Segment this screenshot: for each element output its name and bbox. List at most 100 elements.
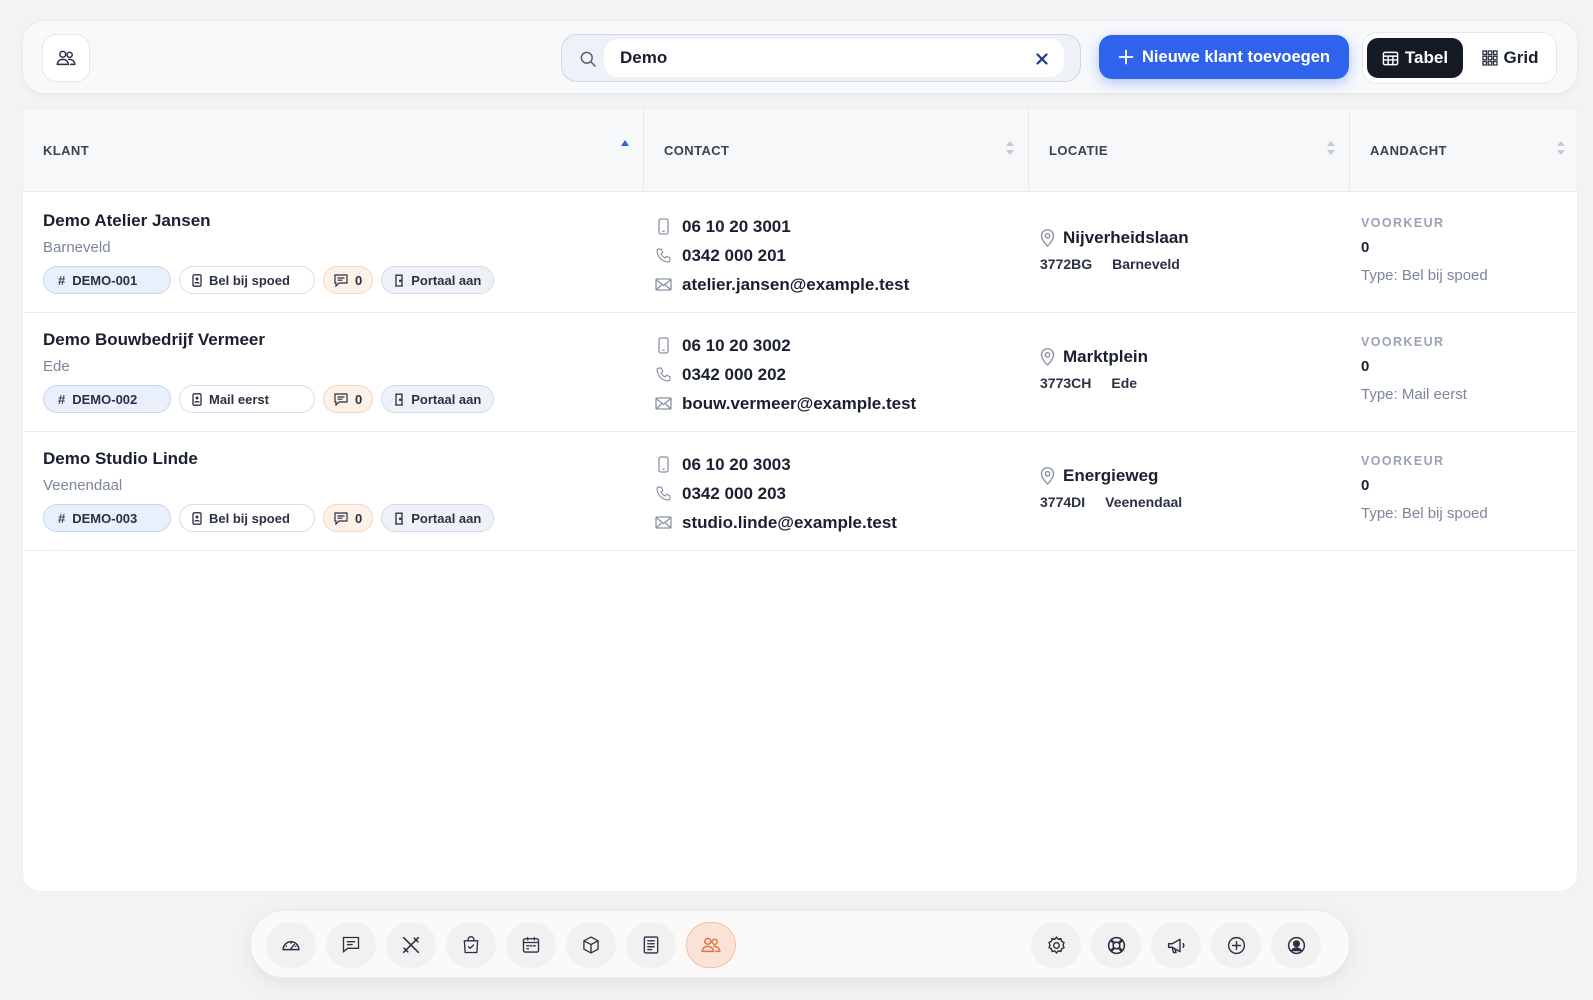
email-address: atelier.jansen@example.test (682, 274, 910, 294)
phone-line[interactable]: 0342 000 203 (655, 479, 897, 508)
customer-id: DEMO-001 (72, 272, 138, 288)
invoice-icon (641, 935, 661, 955)
place: Barneveld (1112, 256, 1180, 272)
phone-badge-icon (192, 392, 202, 406)
customer-name[interactable]: Demo Bouwbedrijf Vermeer (43, 330, 265, 350)
table-view-button[interactable]: Tabel (1367, 38, 1463, 78)
search-field[interactable] (561, 34, 1081, 82)
location-street-line: Energieweg (1040, 466, 1182, 486)
phone-icon (655, 366, 672, 383)
customer-name[interactable]: Demo Atelier Jansen (43, 211, 211, 231)
attention-value: 0 (1361, 477, 1370, 494)
grid-view-button[interactable]: Grid (1469, 38, 1551, 78)
attention-label: VOORKEUR (1361, 216, 1445, 230)
calendar-button[interactable] (506, 922, 556, 968)
postcode: 3774DI (1040, 494, 1086, 510)
phone-line[interactable]: 0342 000 202 (655, 360, 916, 389)
comment-icon (334, 511, 348, 525)
email-line[interactable]: atelier.jansen@example.test (655, 270, 909, 299)
users-icon (55, 47, 77, 69)
mail-icon (655, 397, 672, 410)
phone-line[interactable]: 0342 000 201 (655, 241, 909, 270)
comment-icon (334, 273, 348, 287)
location-pin-icon (1040, 229, 1055, 247)
comment-icon (334, 392, 348, 406)
mobile-line[interactable]: 06 10 20 3002 (655, 331, 916, 360)
contact-cell: 06 10 20 3002 0342 000 202 bouw.vermeer@… (655, 331, 916, 418)
contact-cell: 06 10 20 3003 0342 000 203 studio.linde@… (655, 450, 897, 537)
mobile-line[interactable]: 06 10 20 3003 (655, 450, 897, 479)
attention-label: VOORKEUR (1361, 335, 1445, 349)
dashboard-button[interactable] (266, 922, 316, 968)
search-input[interactable] (620, 45, 1000, 71)
location-street-line: Nijverheidslaan (1040, 228, 1189, 248)
column-header-klant[interactable]: KLANT (23, 109, 644, 192)
messages-button[interactable] (326, 922, 376, 968)
attention-cell: VOORKEUR 0 Type: Bel bij spoed (1361, 454, 1488, 522)
customers-button[interactable] (686, 922, 736, 968)
table-row[interactable]: Demo Studio Linde Veenendaal # DEMO-003 … (23, 430, 1577, 551)
customer-table: KLANT CONTACT LOCATIE AANDACHT Demo Atel… (22, 108, 1578, 892)
customer-tags: # DEMO-003 Bel bij spoed 0 Portaal aan (43, 504, 495, 532)
support-icon (1106, 935, 1127, 956)
phone-number: 0342 000 201 (682, 245, 786, 265)
street: Nijverheidslaan (1063, 228, 1189, 247)
settings-button[interactable] (1031, 922, 1081, 968)
top-bar: Nieuwe klant toevoegen Tabel Grid (22, 20, 1578, 94)
customer-id-chip: # DEMO-001 (43, 266, 171, 294)
email-line[interactable]: bouw.vermeer@example.test (655, 389, 916, 418)
sort-asc-icon (621, 140, 629, 146)
mobile-line[interactable]: 06 10 20 3001 (655, 212, 909, 241)
column-header-aandacht[interactable]: AANDACHT (1350, 109, 1577, 192)
place: Ede (1111, 375, 1138, 391)
customers-section-button[interactable] (42, 34, 90, 82)
column-header-locatie[interactable]: LOCATIE (1029, 109, 1350, 192)
customer-name[interactable]: Demo Studio Linde (43, 449, 198, 469)
attention-type: Type: Bel bij spoed (1361, 505, 1488, 522)
tools-button[interactable] (386, 922, 436, 968)
products-button[interactable] (566, 922, 616, 968)
customer-id: DEMO-002 (72, 391, 138, 407)
support-button[interactable] (1091, 922, 1141, 968)
profile-button[interactable] (1271, 922, 1321, 968)
customers-icon (700, 934, 722, 956)
search-icon (578, 49, 598, 69)
notes-count: 0 (355, 272, 363, 288)
add-customer-button[interactable]: Nieuwe klant toevoegen (1099, 35, 1349, 79)
announcements-button[interactable] (1151, 922, 1201, 968)
portal-status: Portaal aan (411, 391, 482, 407)
phone-icon (655, 485, 672, 502)
dashboard-icon (280, 934, 302, 956)
clear-search-icon[interactable] (1032, 49, 1052, 69)
hash-icon: # (58, 391, 66, 407)
orders-button[interactable] (446, 922, 496, 968)
table-row[interactable]: Demo Atelier Jansen Barneveld # DEMO-001… (23, 192, 1577, 313)
announcement-icon (1166, 935, 1187, 956)
location-postcode-line: 3772BG Barneveld (1040, 256, 1189, 272)
attention-value: 0 (1361, 358, 1370, 375)
column-header-contact[interactable]: CONTACT (644, 109, 1029, 192)
mobile-number: 06 10 20 3003 (682, 454, 791, 474)
notes-count-chip[interactable]: 0 (323, 385, 374, 413)
profile-icon (1286, 935, 1307, 956)
customer-city: Ede (43, 358, 70, 375)
email-address: bouw.vermeer@example.test (682, 393, 917, 413)
phone-badge-icon (192, 273, 202, 287)
mobile-number: 06 10 20 3001 (682, 216, 791, 236)
view-toggle: Tabel Grid (1362, 32, 1557, 84)
attention-type: Type: Bel bij spoed (1361, 267, 1488, 284)
location-postcode-line: 3774DI Veenendaal (1040, 494, 1182, 510)
bottom-dock (250, 910, 1350, 978)
attention-value: 0 (1361, 239, 1370, 256)
table-row[interactable]: Demo Bouwbedrijf Vermeer Ede # DEMO-002 … (23, 311, 1577, 432)
customer-id-chip: # DEMO-002 (43, 385, 171, 413)
invoices-button[interactable] (626, 922, 676, 968)
table-icon (1382, 50, 1399, 67)
contact-preference: Bel bij spoed (209, 272, 290, 288)
notes-count-chip[interactable]: 0 (323, 504, 374, 532)
email-line[interactable]: studio.linde@example.test (655, 508, 897, 537)
add-button[interactable] (1211, 922, 1261, 968)
mobile-icon (655, 218, 672, 235)
notes-count-chip[interactable]: 0 (323, 266, 374, 294)
attention-cell: VOORKEUR 0 Type: Mail eerst (1361, 335, 1467, 403)
